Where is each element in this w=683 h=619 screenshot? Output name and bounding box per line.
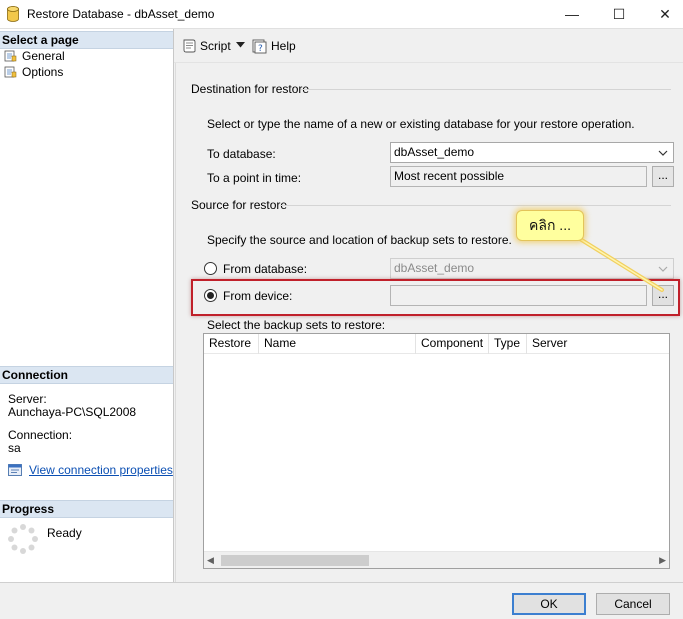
destination-description: Select or type the name of a new or exis…: [207, 117, 635, 131]
to-database-combobox[interactable]: dbAsset_demo: [390, 142, 674, 163]
script-icon: [183, 39, 196, 53]
help-label: Help: [271, 39, 296, 53]
properties-icon: [8, 464, 22, 476]
point-in-time-browse-button[interactable]: ...: [652, 166, 674, 187]
column-header-name[interactable]: Name: [259, 334, 416, 354]
maximize-button[interactable]: ☐: [596, 0, 642, 28]
connection-label: Connection:: [8, 428, 73, 442]
scrollbar-thumb[interactable]: [221, 555, 369, 566]
help-icon: ?: [252, 39, 267, 54]
database-icon: [7, 6, 19, 22]
from-database-label: From database:: [223, 262, 308, 276]
page-icon: [4, 50, 17, 62]
backup-sets-label: Select the backup sets to restore:: [207, 318, 386, 332]
title-bar: Restore Database - dbAsset_demo — ☐ ✕: [0, 0, 683, 29]
view-connection-link-label: View connection properties: [29, 463, 173, 477]
server-value: Aunchaya-PC\SQL2008: [8, 405, 137, 419]
progress-spinner-icon: [8, 524, 38, 554]
scroll-right-icon[interactable]: ▶: [659, 555, 666, 566]
to-database-value: dbAsset_demo: [394, 145, 475, 159]
close-button[interactable]: ✕: [642, 0, 683, 28]
dialog-button-bar: OK Cancel: [0, 582, 683, 619]
minimize-button[interactable]: —: [549, 0, 595, 28]
progress-header: Progress: [0, 500, 173, 518]
script-label: Script: [200, 39, 231, 53]
nav-item-label: Options: [22, 65, 64, 79]
column-header-component[interactable]: Component: [416, 334, 489, 354]
chevron-down-icon[interactable]: [236, 42, 245, 48]
toolbar: Script ? Help: [174, 29, 683, 63]
column-header-type[interactable]: Type: [489, 334, 527, 354]
backup-sets-grid[interactable]: Restore Name Component Type Server ◀ ▶: [203, 333, 670, 569]
nav-item-label: General: [22, 49, 65, 63]
connection-value: sa: [8, 441, 21, 455]
left-pane: Select a page General Options Connection…: [0, 29, 174, 582]
connection-header: Connection: [0, 366, 173, 384]
source-group-title: Source for restore: [191, 198, 288, 212]
svg-text:?: ?: [258, 44, 263, 54]
progress-status: Ready: [47, 526, 82, 540]
chevron-down-icon: [658, 150, 668, 156]
select-page-header: Select a page: [0, 31, 173, 49]
ok-button[interactable]: OK: [512, 593, 586, 615]
server-label: Server:: [8, 392, 47, 406]
from-database-radio[interactable]: [204, 262, 217, 275]
group-divider: [280, 205, 671, 206]
column-header-restore[interactable]: Restore: [204, 334, 259, 354]
view-connection-properties-link[interactable]: View connection properties: [8, 463, 173, 477]
callout-bubble: คลิก ...: [516, 210, 584, 241]
point-in-time-label: To a point in time:: [207, 171, 302, 185]
help-button[interactable]: ? Help: [252, 38, 296, 54]
callout-pointer: [570, 232, 664, 292]
scroll-left-icon[interactable]: ◀: [207, 555, 214, 566]
group-divider: [301, 89, 671, 90]
source-description: Specify the source and location of backu…: [207, 233, 512, 247]
horizontal-scrollbar[interactable]: ◀ ▶: [204, 551, 669, 568]
from-database-value: dbAsset_demo: [394, 261, 475, 275]
to-database-label: To database:: [207, 147, 276, 161]
destination-group-title: Destination for restore: [191, 82, 310, 96]
page-icon: [4, 66, 17, 78]
point-in-time-field: Most recent possible: [390, 166, 647, 187]
nav-item-options[interactable]: Options: [4, 65, 63, 80]
cancel-button[interactable]: Cancel: [596, 593, 670, 615]
script-button[interactable]: Script: [181, 38, 231, 54]
window-title: Restore Database - dbAsset_demo: [27, 7, 215, 21]
column-header-server[interactable]: Server: [527, 334, 669, 354]
grid-header: Restore Name Component Type Server: [204, 334, 669, 354]
nav-item-general[interactable]: General: [4, 49, 65, 64]
